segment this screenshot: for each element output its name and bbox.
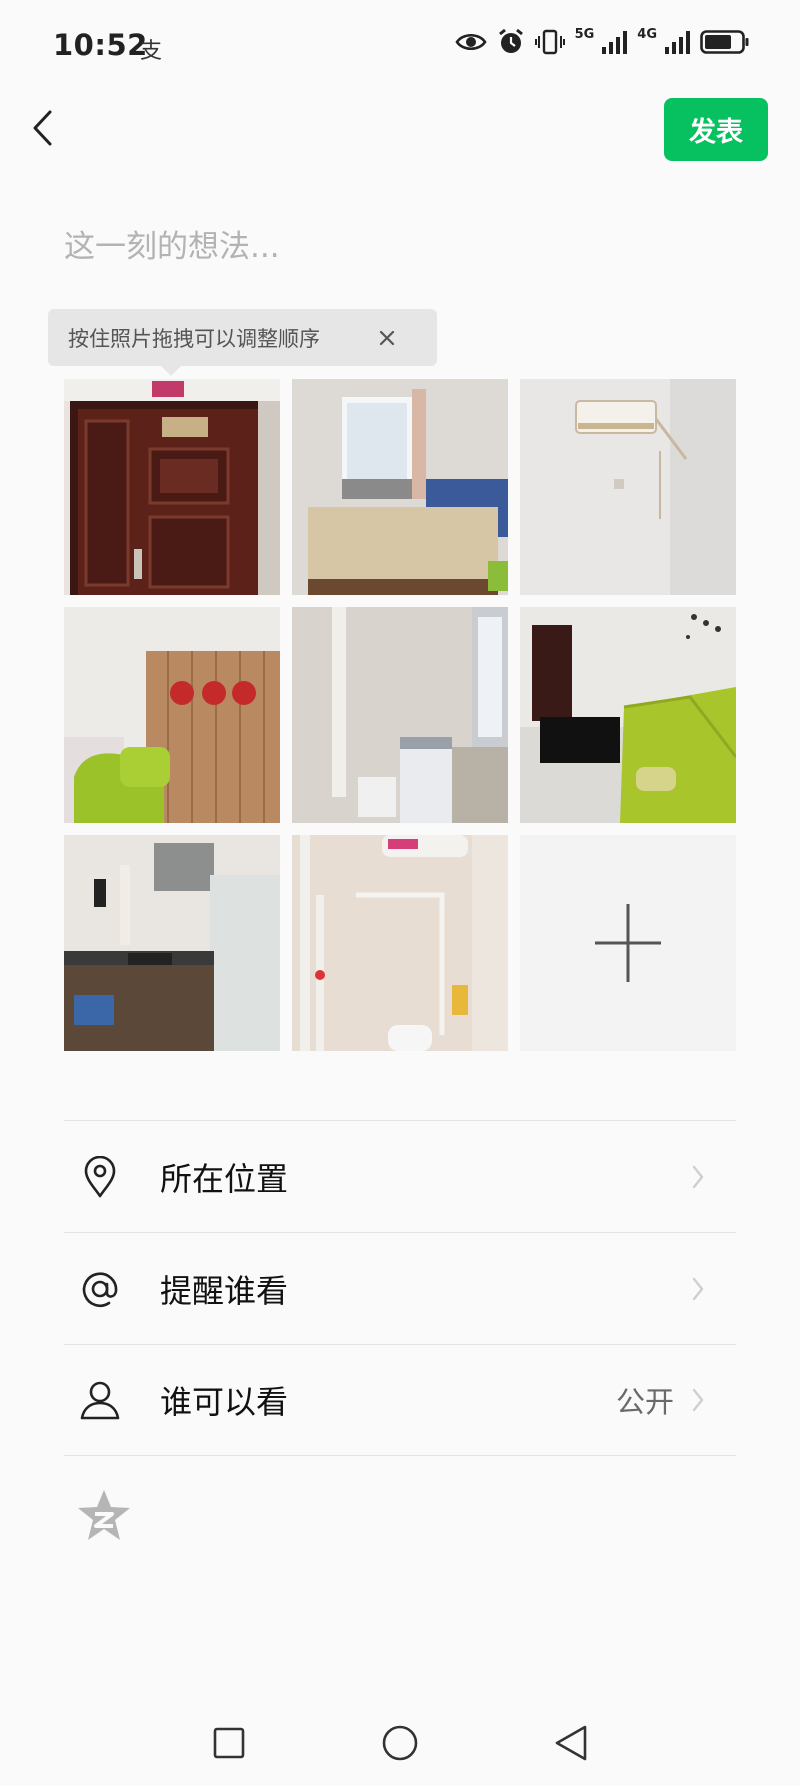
qzone-share-toggle[interactable]	[76, 1488, 132, 1544]
status-app-icon: 支	[140, 39, 163, 64]
back-nav-button[interactable]	[548, 1720, 594, 1766]
signal-4g-icon	[664, 29, 690, 55]
network-5g-label: 5G	[574, 26, 595, 42]
option-list: 所在位置 提醒谁看 谁可以看 公开	[64, 1120, 736, 1456]
chevron-right-icon	[688, 1274, 708, 1304]
location-pin-icon	[78, 1155, 122, 1199]
washing-machine-photo	[292, 607, 508, 823]
battery-icon	[700, 29, 750, 55]
square-icon	[213, 1727, 245, 1759]
visibility-row[interactable]: 谁可以看 公开	[64, 1344, 736, 1456]
mention-label: 提醒谁看	[160, 1271, 289, 1310]
photo-grid	[64, 379, 736, 1051]
tooltip-text: 按住照片拖拽可以调整顺序	[68, 326, 320, 351]
status-time: 10:52	[53, 28, 148, 62]
door-photo	[64, 379, 280, 595]
visibility-label: 谁可以看	[160, 1383, 289, 1421]
network-4g-label: 4G	[637, 26, 657, 42]
close-icon	[379, 330, 395, 346]
add-photo-button[interactable]	[520, 835, 736, 1051]
circle-icon	[382, 1725, 418, 1761]
thought-input[interactable]	[64, 222, 744, 272]
qzone-star-icon	[78, 1490, 130, 1540]
drag-reorder-tooltip: 按住照片拖拽可以调整顺序	[48, 309, 437, 376]
system-nav-bar	[0, 1700, 800, 1786]
photo-thumbnail[interactable]	[292, 379, 508, 595]
photo-thumbnail[interactable]	[64, 835, 280, 1051]
plus-icon	[595, 904, 661, 982]
kitchen-photo	[64, 835, 280, 1051]
alarm-icon	[497, 28, 525, 56]
at-icon	[78, 1267, 122, 1311]
bedroom-photo	[292, 379, 508, 595]
vibrate-icon	[534, 28, 565, 56]
chevron-right-icon	[688, 1162, 708, 1192]
tooltip-close-button[interactable]	[372, 323, 402, 353]
location-row[interactable]: 所在位置	[64, 1120, 736, 1232]
living-room-photo	[520, 607, 736, 823]
photo-thumbnail[interactable]	[292, 607, 508, 823]
air-conditioner-photo	[520, 379, 736, 595]
moments-compose-screen: 10:52 支 5G 4G 发表 这一刻的想法... 按住照片拖拽可以调整顺序 …	[0, 0, 800, 1786]
mention-row[interactable]: 提醒谁看	[64, 1232, 736, 1344]
photo-thumbnail[interactable]	[64, 379, 280, 595]
chevron-left-icon	[31, 109, 53, 151]
chevron-right-icon	[688, 1385, 708, 1415]
back-button[interactable]	[22, 108, 62, 152]
publish-button[interactable]: 发表	[664, 98, 768, 161]
photo-thumbnail[interactable]	[64, 607, 280, 823]
visibility-value: 公开	[615, 1385, 674, 1419]
bathroom-photo	[292, 835, 508, 1051]
photo-thumbnail[interactable]	[520, 607, 736, 823]
status-bar: 10:52 支 5G 4G	[0, 0, 800, 95]
eye-icon	[454, 31, 487, 53]
photo-thumbnail[interactable]	[520, 379, 736, 595]
person-icon	[78, 1378, 122, 1422]
location-label: 所在位置	[160, 1159, 289, 1198]
chair-wardrobe-photo	[64, 607, 280, 823]
status-icons: 5G 4G	[454, 26, 750, 56]
home-button[interactable]	[377, 1720, 423, 1766]
photo-thumbnail[interactable]	[292, 835, 508, 1051]
recent-apps-button[interactable]	[206, 1720, 252, 1766]
signal-5g-icon	[601, 29, 628, 55]
triangle-back-icon	[555, 1725, 587, 1761]
